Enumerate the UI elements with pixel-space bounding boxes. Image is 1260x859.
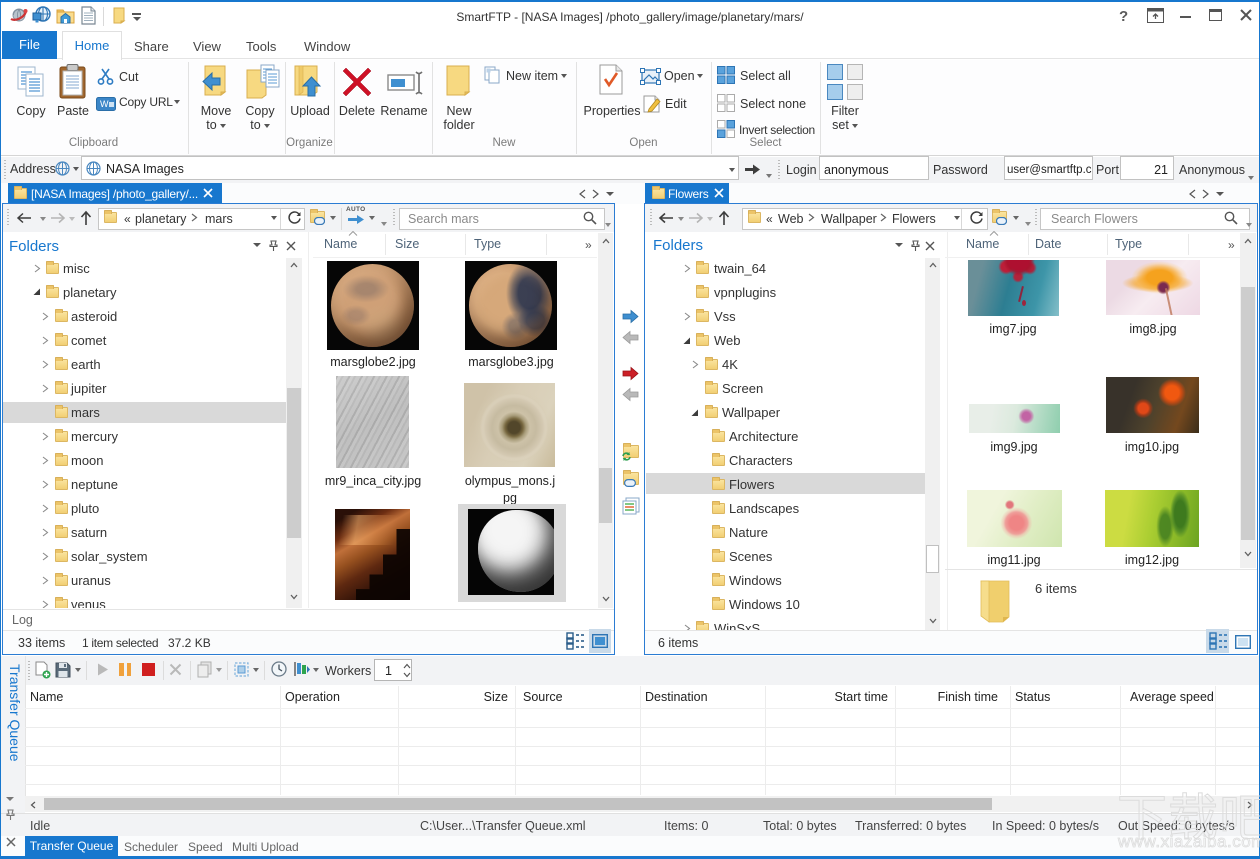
svg-text:W: W [100,99,109,109]
